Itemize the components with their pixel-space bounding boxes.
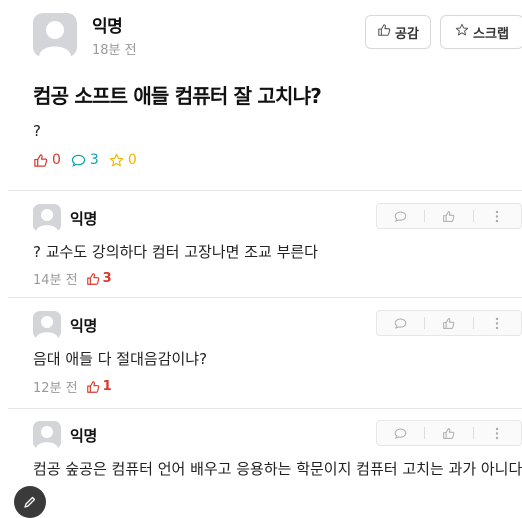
comment-like-button[interactable] [425, 204, 472, 228]
comment-bubble-icon [394, 211, 407, 222]
post-title: 컴공 소프트 애들 컴퓨터 잘 고치냐? [33, 84, 322, 108]
comment-like-button[interactable] [425, 421, 472, 445]
comment-time: 14분 전 [33, 273, 78, 288]
scrap-button-label: 스크랩 [473, 26, 509, 42]
star-icon [109, 153, 123, 166]
star-icon [455, 23, 469, 41]
like-button[interactable]: 공감 [365, 15, 431, 49]
pencil-icon [24, 496, 36, 508]
thumbs-up-icon [86, 380, 99, 393]
comment-time: 12분 전 [33, 381, 78, 396]
comment-actions [376, 203, 522, 229]
more-vertical-icon [496, 317, 499, 329]
more-vertical-icon [496, 210, 499, 222]
comment-meta: 12분 전 1 [33, 377, 112, 396]
comment-text: 음대 애들 다 절대음감이냐? [33, 350, 208, 368]
thumbs-up-icon [443, 427, 455, 439]
floating-action-button[interactable] [14, 486, 46, 518]
comment-more-button[interactable] [474, 421, 521, 445]
comment-actions [376, 420, 522, 446]
post-stats: 0 3 0 [33, 152, 137, 168]
anonymous-avatar-icon [36, 209, 58, 232]
post-author: 익명 [92, 17, 123, 37]
comment-like-count: 3 [86, 271, 112, 286]
comment-like-button[interactable] [425, 311, 472, 335]
divider [8, 297, 522, 298]
comment-actions [376, 310, 522, 336]
thumbs-up-icon [377, 23, 391, 41]
more-vertical-icon [496, 427, 499, 439]
comment-author: 익명 [70, 427, 98, 445]
scrap-button[interactable]: 스크랩 [440, 15, 522, 49]
comment-author: 익명 [70, 210, 98, 228]
divider [8, 190, 522, 191]
comment-more-button[interactable] [474, 311, 521, 335]
post-like-count: 0 [33, 152, 61, 168]
comment-text: ? 교수도 강의하다 컴터 고장나면 조교 부른다 [33, 243, 318, 261]
anonymous-avatar-icon [36, 426, 58, 449]
like-button-label: 공감 [395, 26, 419, 42]
avatar [33, 421, 61, 449]
avatar [33, 204, 61, 232]
comment-reply-button[interactable] [377, 421, 424, 445]
comment-meta: 14분 전 3 [33, 269, 112, 288]
post-time: 18분 전 [92, 43, 137, 58]
comment-bubble-icon [394, 428, 407, 439]
comment-like-count: 1 [86, 379, 112, 394]
post-scrap-count: 0 [109, 152, 137, 168]
divider [8, 408, 522, 409]
anonymous-avatar-icon [36, 316, 58, 339]
comment-bubble-icon [394, 318, 407, 329]
comment-author: 익명 [70, 317, 98, 335]
thumbs-up-icon [34, 153, 48, 167]
avatar [33, 311, 61, 339]
thumbs-up-icon [443, 210, 455, 222]
thumbs-up-icon [86, 272, 99, 285]
comment-reply-button[interactable] [377, 204, 424, 228]
thumbs-up-icon [443, 317, 455, 329]
comment-bubble-icon [71, 154, 86, 167]
anonymous-avatar-icon [39, 21, 71, 57]
comment-reply-button[interactable] [377, 311, 424, 335]
post-body: ? [33, 122, 41, 140]
comment-more-button[interactable] [474, 204, 521, 228]
comment-text: 컴공 숲공은 컴퓨터 언어 배우고 응용하는 학문이지 컴퓨터 고치는 과가 아… [33, 460, 522, 478]
avatar [33, 13, 77, 57]
post-comment-count: 3 [71, 152, 99, 168]
